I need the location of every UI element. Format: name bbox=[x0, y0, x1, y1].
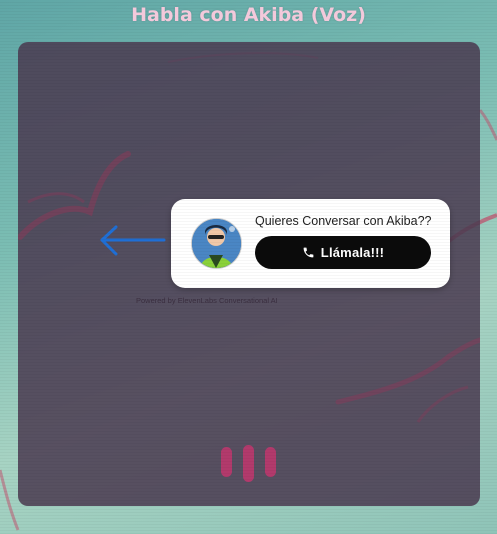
voice-bar bbox=[243, 445, 254, 482]
voice-bar bbox=[265, 447, 276, 477]
arrow-left-icon bbox=[100, 225, 166, 256]
phone-icon bbox=[303, 247, 314, 258]
voice-bar bbox=[221, 447, 232, 477]
call-widget: Quieres Conversar con Akiba?? Llámala!!! bbox=[171, 199, 450, 288]
call-button[interactable]: Llámala!!! bbox=[255, 236, 431, 269]
page-title: Habla con Akiba (Voz) bbox=[131, 4, 366, 26]
voice-bars-icon bbox=[221, 445, 281, 485]
powered-by-text: Powered by ElevenLabs Conversational AI bbox=[136, 296, 278, 305]
page: Habla con Akiba (Voz) Quieres Conversar … bbox=[0, 0, 497, 534]
akiba-avatar-icon bbox=[191, 218, 242, 269]
call-button-label: Llámala!!! bbox=[320, 245, 385, 260]
call-prompt-text: Quieres Conversar con Akiba?? bbox=[255, 214, 432, 228]
